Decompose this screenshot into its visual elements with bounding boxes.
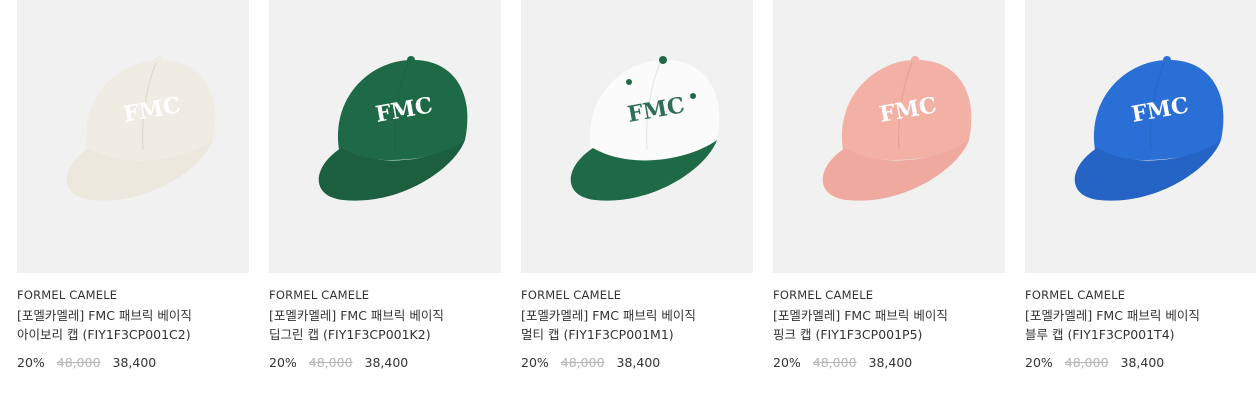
product-price: 20% 48,000 38,400 [521, 354, 753, 372]
product-brand: FORMEL CAMELE [269, 288, 370, 302]
product-brand: FORMEL CAMELE [773, 288, 874, 302]
product-name[interactable]: [포멜카멜레] FMC 패브릭 베이직 블루 캡 (FIY1F3CP001T4) [1025, 306, 1256, 344]
cap-illustration: FMC [570, 56, 720, 201]
product-card[interactable]: FMC FORMEL CAMELE [포멜카멜레] FMC 패브릭 베이직 딥그… [269, 0, 501, 372]
product-name-line1: [포멜카멜레] FMC 패브릭 베이직 [1025, 308, 1200, 323]
product-image[interactable]: FMC [521, 0, 753, 273]
original-price: 48,000 [308, 355, 353, 370]
product-card[interactable]: FMC FORMEL CAMELE [포멜카멜레] FMC 패브릭 베이직 핑크… [773, 0, 1005, 372]
sale-price: 38,400 [868, 355, 913, 370]
product-brand: FORMEL CAMELE [17, 288, 118, 302]
product-brand: FORMEL CAMELE [521, 288, 622, 302]
discount-rate: 20% [521, 355, 549, 370]
sale-price: 38,400 [112, 355, 157, 370]
original-price: 48,000 [560, 355, 605, 370]
product-brand: FORMEL CAMELE [1025, 288, 1126, 302]
product-name[interactable]: [포멜카멜레] FMC 패브릭 베이직 핑크 캡 (FIY1F3CP001P5) [773, 306, 1005, 344]
product-card[interactable]: FMC FORMEL CAMELE [포멜카멜레] FMC 패브릭 베이직 멀티… [521, 0, 753, 372]
original-price: 48,000 [56, 355, 101, 370]
product-card[interactable]: FMC FORMEL CAMELE [포멜카멜레] FMC 패브릭 베이직 아이… [17, 0, 249, 372]
sale-price: 38,400 [1120, 355, 1165, 370]
cap-illustration: FMC [1074, 56, 1224, 201]
product-card[interactable]: FMC FORMEL CAMELE [포멜카멜레] FMC 패브릭 베이직 블루… [1025, 0, 1256, 372]
original-price: 48,000 [812, 355, 857, 370]
product-image[interactable]: FMC [269, 0, 501, 273]
product-price: 20% 48,000 38,400 [17, 354, 249, 372]
product-name[interactable]: [포멜카멜레] FMC 패브릭 베이직 아이보리 캡 (FIY1F3CP001C… [17, 306, 249, 344]
sale-price: 38,400 [616, 355, 661, 370]
product-price: 20% 48,000 38,400 [1025, 354, 1256, 372]
original-price: 48,000 [1064, 355, 1109, 370]
product-price: 20% 48,000 38,400 [773, 354, 1005, 372]
product-name[interactable]: [포멜카멜레] FMC 패브릭 베이직 멀티 캡 (FIY1F3CP001M1) [521, 306, 753, 344]
discount-rate: 20% [17, 355, 45, 370]
product-name-line2: 핑크 캡 (FIY1F3CP001P5) [773, 327, 923, 342]
product-name[interactable]: [포멜카멜레] FMC 패브릭 베이직 딥그린 캡 (FIY1F3CP001K2… [269, 306, 501, 344]
discount-rate: 20% [269, 355, 297, 370]
product-image[interactable]: FMC [773, 0, 1005, 273]
product-price: 20% 48,000 38,400 [269, 354, 501, 372]
product-grid: FMC FORMEL CAMELE [포멜카멜레] FMC 패브릭 베이직 아이… [0, 0, 1256, 404]
cap-illustration: FMC [318, 56, 468, 201]
product-name-line1: [포멜카멜레] FMC 패브릭 베이직 [521, 308, 696, 323]
product-name-line2: 블루 캡 (FIY1F3CP001T4) [1025, 327, 1175, 342]
product-image[interactable]: FMC [17, 0, 249, 273]
discount-rate: 20% [1025, 355, 1053, 370]
product-name-line1: [포멜카멜레] FMC 패브릭 베이직 [773, 308, 948, 323]
product-name-line2: 아이보리 캡 (FIY1F3CP001C2) [17, 327, 191, 342]
product-name-line2: 딥그린 캡 (FIY1F3CP001K2) [269, 327, 431, 342]
product-name-line1: [포멜카멜레] FMC 패브릭 베이직 [269, 308, 444, 323]
cap-illustration: FMC [822, 56, 972, 201]
discount-rate: 20% [773, 355, 801, 370]
cap-illustration: FMC [66, 56, 216, 201]
product-name-line2: 멀티 캡 (FIY1F3CP001M1) [521, 327, 674, 342]
product-name-line1: [포멜카멜레] FMC 패브릭 베이직 [17, 308, 192, 323]
sale-price: 38,400 [364, 355, 409, 370]
product-image[interactable]: FMC [1025, 0, 1256, 273]
